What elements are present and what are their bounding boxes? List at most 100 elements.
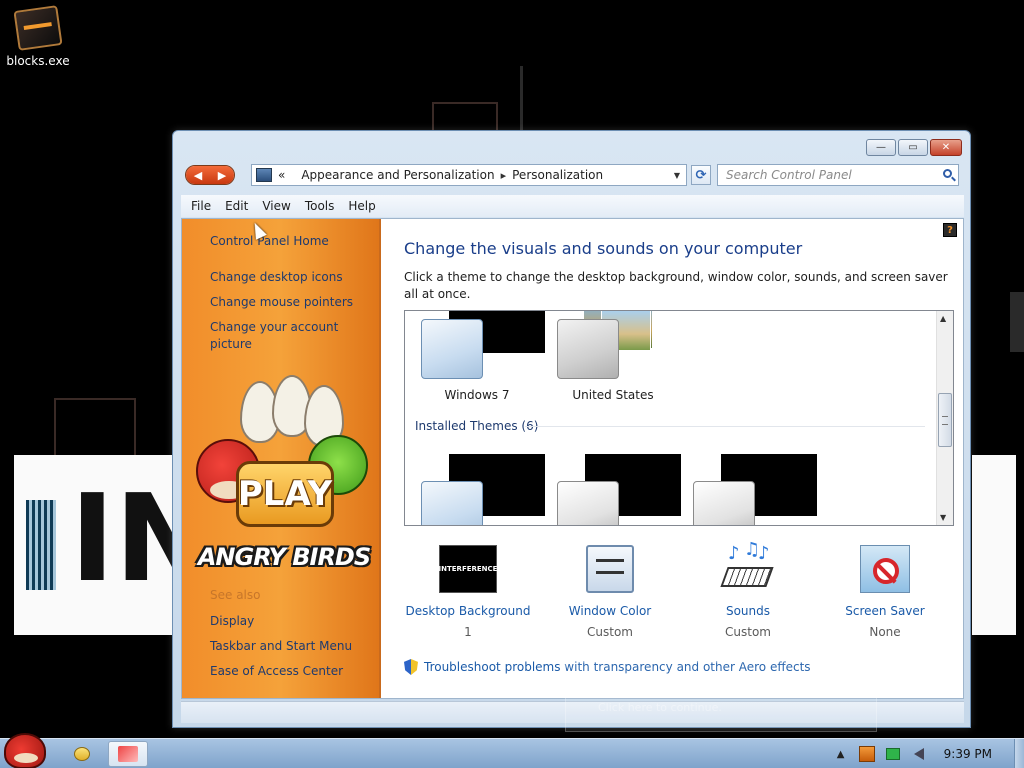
- sidebar-link-display[interactable]: Display: [210, 613, 360, 630]
- tray-overflow-icon[interactable]: ▲: [830, 746, 852, 762]
- scroll-down-icon[interactable]: ▼: [940, 513, 946, 522]
- system-tray: ▲ 9:39 PM: [830, 739, 1024, 768]
- menu-file[interactable]: File: [191, 197, 211, 215]
- sidebar-link-control-panel-home[interactable]: Control Panel Home: [210, 233, 360, 250]
- taskbar-control-panel-button[interactable]: [108, 741, 148, 767]
- volume-icon: [913, 748, 924, 760]
- desktop-decoration: [432, 102, 498, 132]
- forward-button[interactable]: ▶: [210, 166, 234, 184]
- theme-windows-7[interactable]: Windows 7: [407, 311, 547, 411]
- sidebar-link-ease-of-access[interactable]: Ease of Access Center: [210, 663, 360, 680]
- menu-tools[interactable]: Tools: [305, 197, 335, 215]
- search-placeholder: Search Control Panel: [726, 168, 852, 182]
- sidebar-link-account-picture[interactable]: Change your account picture: [210, 319, 360, 353]
- angry-birds-artwork: PLAY ANGRY BIRDS: [190, 375, 376, 591]
- breadcrumb-personalization[interactable]: Personalization: [512, 168, 603, 182]
- setting-label[interactable]: Screen Saver: [815, 604, 955, 618]
- java-update-notification[interactable]: Java Update Available A new version of J…: [565, 662, 877, 732]
- installed-theme[interactable]: [543, 451, 683, 525]
- installed-themes-header: Installed Themes (6): [415, 419, 539, 433]
- tray-network[interactable]: [882, 746, 904, 762]
- address-bar[interactable]: « Appearance and Personalization ▸ Perso…: [251, 164, 687, 186]
- theme-window-thumb: [693, 481, 755, 525]
- group-divider: [525, 426, 925, 427]
- screen-saver-setting[interactable]: Screen Saver None: [815, 545, 955, 639]
- caption-buttons: — ▭ ✕: [866, 139, 962, 156]
- setting-value: 1: [464, 625, 472, 639]
- sidebar-see-also: See also: [210, 588, 261, 602]
- setting-value: Custom: [725, 625, 771, 639]
- theme-window-thumb: [557, 319, 619, 379]
- breadcrumb-appearance[interactable]: Appearance and Personalization: [301, 168, 494, 182]
- setting-label[interactable]: Window Color: [540, 604, 680, 618]
- scroll-up-icon[interactable]: ▲: [940, 314, 946, 323]
- theme-list-scrollbar[interactable]: ▲ ▼: [936, 311, 953, 525]
- installed-theme[interactable]: [407, 451, 547, 525]
- sidebar-link-desktop-icons[interactable]: Change desktop icons: [210, 269, 360, 286]
- desktop-background-thumb: INTERFERENCE: [439, 545, 497, 593]
- main-panel: ? Change the visuals and sounds on your …: [381, 219, 963, 698]
- desktop-background-setting[interactable]: INTERFERENCE Desktop Background 1: [398, 545, 538, 639]
- desktop-decoration: [26, 500, 56, 590]
- sidebar-link-mouse-pointers[interactable]: Change mouse pointers: [210, 294, 360, 311]
- theme-label: Windows 7: [444, 388, 510, 402]
- clock[interactable]: 9:39 PM: [944, 747, 992, 761]
- window-color-icon: [586, 545, 634, 593]
- nav-arrows: ◀ ▶: [185, 165, 235, 185]
- setting-label[interactable]: Desktop Background: [398, 604, 538, 618]
- refresh-button[interactable]: ⟳: [691, 165, 711, 185]
- notification-line: Click here to continue.: [598, 701, 722, 714]
- theme-united-states[interactable]: United States: [543, 311, 683, 411]
- sidebar-link-taskbar[interactable]: Taskbar and Start Menu: [210, 638, 360, 655]
- search-icon[interactable]: [943, 169, 952, 178]
- window-color-setting[interactable]: Window Color Custom: [540, 545, 680, 639]
- screen-saver-icon: [860, 545, 910, 593]
- tray-volume[interactable]: [908, 746, 930, 762]
- page-title: Change the visuals and sounds on your co…: [404, 239, 803, 258]
- theme-window-thumb: [421, 319, 483, 379]
- sounds-setting[interactable]: ♪ ♫ ♪ Sounds Custom: [678, 539, 818, 639]
- network-icon: [885, 748, 900, 760]
- desktop-icon-label: blocks.exe: [6, 54, 70, 68]
- sounds-icon: ♪ ♫ ♪: [720, 539, 774, 593]
- play-graphic: PLAY: [236, 461, 334, 527]
- chevron-down-icon[interactable]: ▼: [674, 171, 680, 180]
- control-panel-icon: [118, 746, 138, 762]
- close-button[interactable]: ✕: [930, 139, 962, 156]
- desktop-decoration: [54, 398, 136, 462]
- theme-label: United States: [572, 388, 654, 402]
- taskbar: ▲ 9:39 PM: [0, 733, 1024, 768]
- menu-help[interactable]: Help: [348, 197, 375, 215]
- java-icon: [858, 746, 875, 762]
- theme-settings-row: INTERFERENCE Desktop Background 1 Window…: [404, 539, 964, 645]
- start-button[interactable]: [4, 733, 46, 768]
- control-panel-window: — ▭ ✕ ◀ ▶ « Appearance and Personalizati…: [172, 130, 971, 728]
- taskbar-explorer-button[interactable]: [64, 741, 100, 767]
- theme-window-thumb: [421, 481, 483, 525]
- breadcrumb-separator[interactable]: ▸: [501, 169, 507, 182]
- back-button[interactable]: ◀: [186, 166, 210, 184]
- setting-value: None: [869, 625, 901, 639]
- search-input[interactable]: Search Control Panel: [717, 164, 959, 186]
- address-prefix[interactable]: «: [278, 168, 285, 182]
- maximize-button[interactable]: ▭: [898, 139, 928, 156]
- navigation-bar: ◀ ▶ « Appearance and Personalization ▸ P…: [185, 164, 962, 186]
- shield-icon: [404, 659, 418, 675]
- content-area: Control Panel Home Change desktop icons …: [181, 218, 964, 699]
- setting-value: Custom: [587, 625, 633, 639]
- menu-edit[interactable]: Edit: [225, 197, 248, 215]
- setting-label[interactable]: Sounds: [678, 604, 818, 618]
- installed-theme[interactable]: [679, 451, 819, 525]
- minimize-button[interactable]: —: [866, 139, 896, 156]
- tray-java[interactable]: [856, 746, 878, 762]
- desktop-icon-blocks[interactable]: blocks.exe: [4, 5, 72, 68]
- scrollbar-thumb[interactable]: [938, 393, 952, 447]
- menu-view[interactable]: View: [262, 197, 290, 215]
- desktop-decoration: [520, 66, 523, 136]
- control-panel-icon: [256, 168, 272, 182]
- angry-birds-logo: ANGRY BIRDS: [197, 543, 371, 571]
- show-desktop-button[interactable]: [1014, 739, 1024, 768]
- folder-icon: [74, 747, 90, 761]
- desktop-decoration: [1010, 292, 1024, 352]
- help-icon[interactable]: ?: [943, 223, 957, 237]
